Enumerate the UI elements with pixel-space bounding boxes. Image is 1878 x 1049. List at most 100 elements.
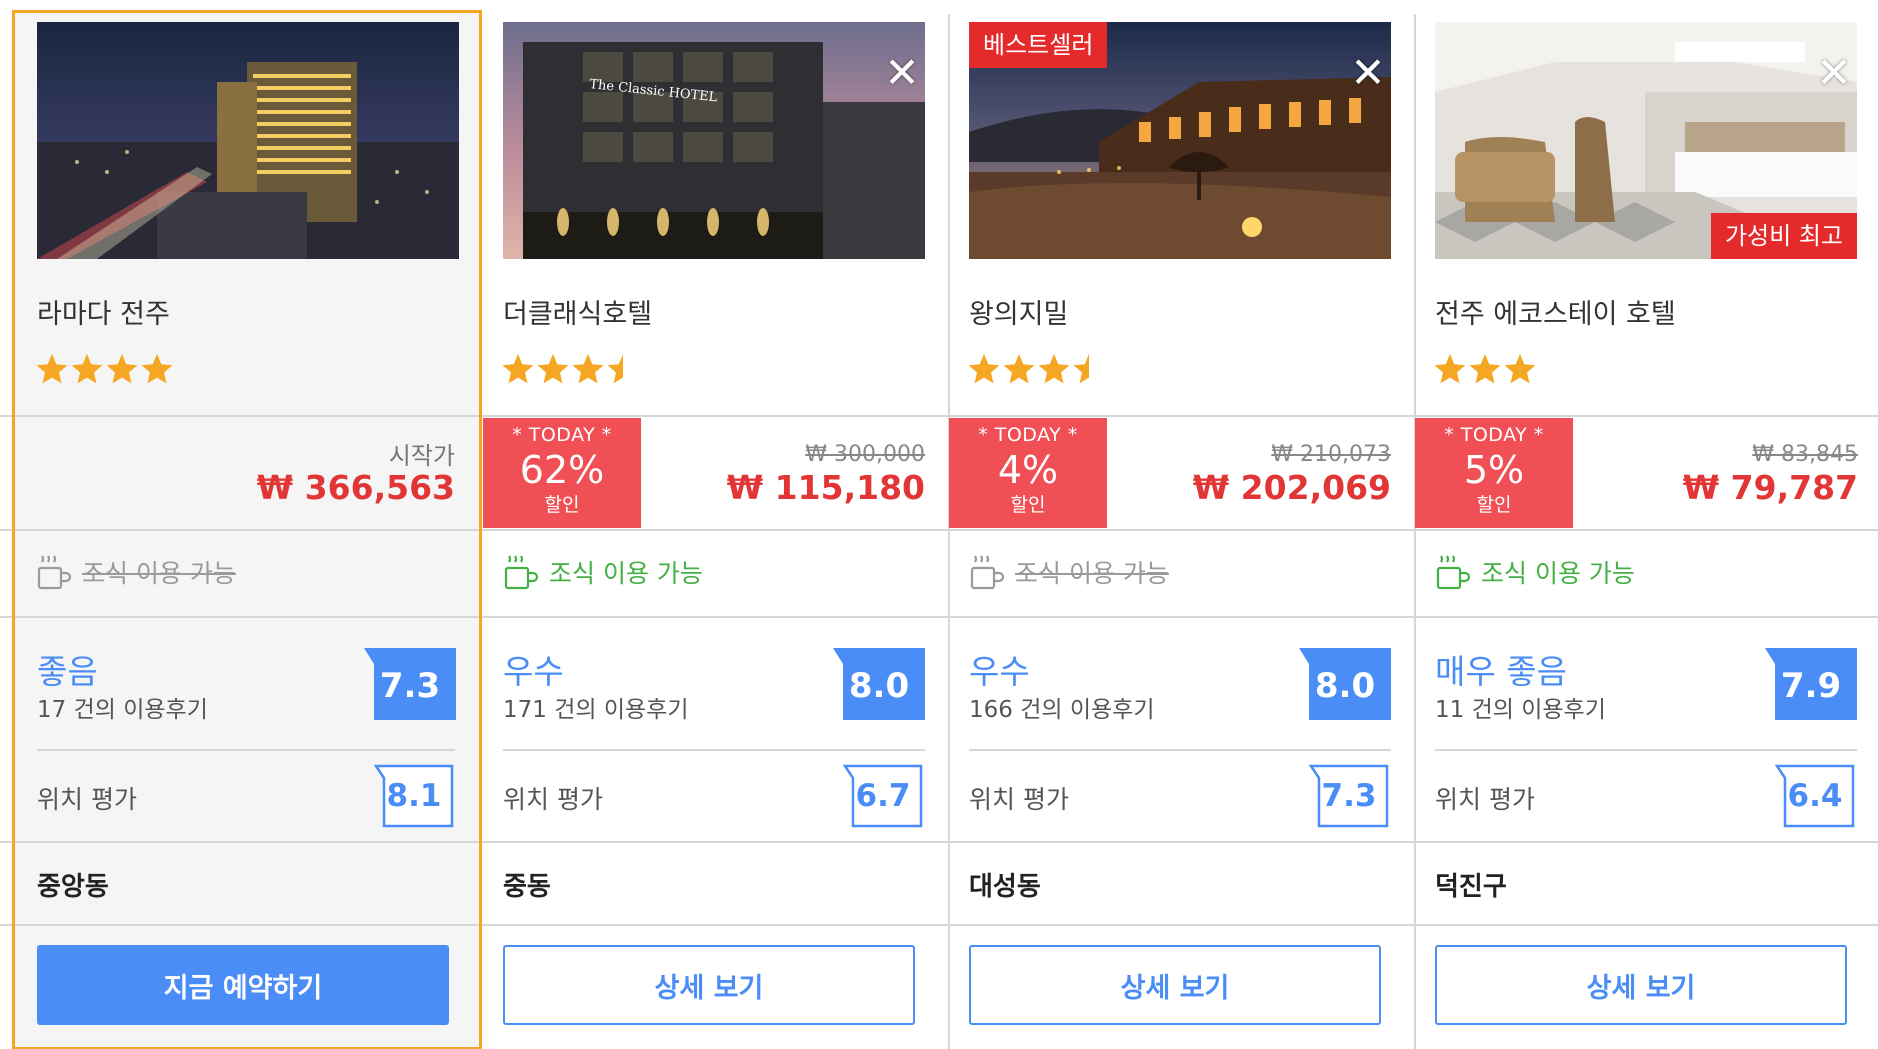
location-rating-label: 위치 평가 — [969, 785, 1069, 814]
breakfast-info: 조식 이용 가능 — [503, 552, 703, 592]
star-icon — [537, 354, 569, 384]
star-icon — [572, 354, 604, 384]
star-icon — [71, 354, 103, 384]
score-divider — [503, 749, 925, 751]
location-score-badge: 8.1 — [373, 764, 454, 828]
hotel-card: 가성비 최고 ✕ 전주 에코스테이 호텔 * TODAY * 5% 할인 ₩ 8… — [1415, 0, 1878, 1049]
location-score: 6.4 — [1787, 778, 1843, 814]
star-icon — [1038, 354, 1070, 384]
breakfast-text: 조식 이용 가능 — [1481, 559, 1635, 588]
star-rating — [501, 352, 640, 392]
today-deal-badge: * TODAY * 5% 할인 — [1415, 418, 1573, 528]
review-score: 8.0 — [1314, 666, 1376, 706]
breakfast-text: 조식 이용 가능 — [549, 559, 703, 588]
star-icon — [141, 354, 173, 384]
hotel-photo-image — [37, 22, 459, 259]
hotel-photo[interactable]: 베스트셀러 ✕ — [969, 22, 1391, 259]
close-icon[interactable]: ✕ — [1811, 50, 1857, 96]
half-star-icon — [607, 354, 623, 384]
location-rating-label: 위치 평가 — [503, 785, 603, 814]
review-count[interactable]: 17 건의 이용후기 — [37, 690, 208, 724]
review-score: 7.9 — [1780, 666, 1842, 706]
review-score-badge: 7.3 — [364, 648, 456, 720]
hotel-photo-image: The Classic HOTEL — [503, 22, 925, 259]
coffee-cup-icon — [37, 555, 72, 590]
location-rating-label: 위치 평가 — [37, 785, 137, 814]
star-icon — [1434, 354, 1466, 384]
hotel-card: 베스트셀러 ✕ 왕의지밀 * TODAY * 4% 할인 ₩ 210,073 ₩… — [949, 0, 1415, 1049]
star-rating — [1433, 352, 1537, 392]
original-price: ₩ 210,073 — [1271, 442, 1391, 467]
deal-tag: * TODAY * — [512, 424, 612, 446]
view-details-button[interactable]: 상세 보기 — [1435, 945, 1847, 1025]
deal-label: 할인 — [1476, 494, 1512, 516]
hotel-photo[interactable]: The Classic HOTEL ✕ — [503, 22, 925, 259]
view-details-button[interactable]: 상세 보기 — [969, 945, 1381, 1025]
district-name: 대성동 — [969, 872, 1041, 902]
district-name: 중앙동 — [37, 872, 109, 902]
book-now-button[interactable]: 지금 예약하기 — [37, 945, 449, 1025]
breakfast-info: 조식 이용 가능 — [36, 552, 236, 592]
hotel-name[interactable]: 더클래식호텔 — [503, 292, 652, 331]
location-score-badge: 6.4 — [1774, 764, 1855, 828]
star-icon — [1469, 354, 1501, 384]
best-value-ribbon: 가성비 최고 — [1710, 213, 1857, 259]
review-score-badge: 8.0 — [833, 648, 925, 720]
close-icon[interactable]: ✕ — [1345, 50, 1391, 96]
coffee-cup-icon — [970, 555, 1005, 590]
hotel-photo[interactable]: 가성비 최고 ✕ — [1435, 22, 1857, 259]
current-price: ₩ 115,180 — [726, 468, 925, 507]
location-score-badge: 6.7 — [842, 764, 923, 828]
deal-tag: * TODAY * — [978, 424, 1078, 446]
price-label: 시작가 — [388, 442, 455, 470]
breakfast-text: 조식 이용 가능 — [82, 559, 236, 588]
location-score: 7.3 — [1321, 778, 1377, 814]
review-score: 7.3 — [379, 666, 441, 706]
star-icon — [502, 354, 534, 384]
deal-tag: * TODAY * — [1444, 424, 1544, 446]
rating-word: 우수 — [969, 652, 1030, 691]
original-price: ₩ 300,000 — [805, 442, 925, 467]
location-score-badge: 7.3 — [1308, 764, 1389, 828]
score-divider — [969, 749, 1391, 751]
location-score: 6.7 — [855, 778, 911, 814]
review-count[interactable]: 11 건의 이용후기 — [1435, 690, 1606, 724]
today-deal-badge: * TODAY * 62% 할인 — [483, 418, 641, 528]
star-icon — [968, 354, 1000, 384]
review-count[interactable]: 171 건의 이용후기 — [503, 690, 688, 724]
district-name: 덕진구 — [1435, 872, 1507, 902]
today-deal-badge: * TODAY * 4% 할인 — [949, 418, 1107, 528]
bestseller-ribbon: 베스트셀러 — [969, 22, 1108, 68]
review-score-badge: 8.0 — [1299, 648, 1391, 720]
deal-label: 할인 — [1010, 494, 1046, 516]
hotel-name[interactable]: 전주 에코스테이 호텔 — [1435, 292, 1676, 331]
current-price: ₩ 366,563 — [256, 468, 455, 507]
deal-label: 할인 — [544, 494, 580, 516]
location-score: 8.1 — [386, 778, 442, 814]
district-name: 중동 — [503, 872, 551, 902]
star-rating — [35, 352, 174, 392]
current-price: ₩ 79,787 — [1682, 468, 1858, 507]
hotel-card: The Classic HOTEL ✕ 더클래식호텔 * TODAY * 62%… — [483, 0, 949, 1049]
deal-percent: 5% — [1463, 448, 1525, 492]
breakfast-text: 조식 이용 가능 — [1015, 559, 1169, 588]
view-details-button[interactable]: 상세 보기 — [503, 945, 915, 1025]
score-divider — [1435, 749, 1857, 751]
hotel-name[interactable]: 라마다 전주 — [37, 292, 170, 331]
rating-word: 우수 — [503, 652, 564, 691]
hotel-name[interactable]: 왕의지밀 — [969, 292, 1068, 331]
review-count[interactable]: 166 건의 이용후기 — [969, 690, 1154, 724]
hotel-comparison-grid: 라마다 전주 시작가 ₩ 366,563 조식 이용 가능 좋음 17 건의 이… — [0, 0, 1878, 1049]
breakfast-info: 조식 이용 가능 — [969, 552, 1169, 592]
review-score: 8.0 — [848, 666, 910, 706]
hotel-photo[interactable] — [37, 22, 459, 259]
half-star-icon — [1073, 354, 1089, 384]
star-icon — [1003, 354, 1035, 384]
score-divider — [37, 749, 455, 751]
rating-word: 매우 좋음 — [1435, 652, 1567, 691]
star-rating — [967, 352, 1106, 392]
star-icon — [36, 354, 68, 384]
current-price: ₩ 202,069 — [1192, 468, 1391, 507]
close-icon[interactable]: ✕ — [879, 50, 925, 96]
breakfast-info: 조식 이용 가능 — [1435, 552, 1635, 592]
